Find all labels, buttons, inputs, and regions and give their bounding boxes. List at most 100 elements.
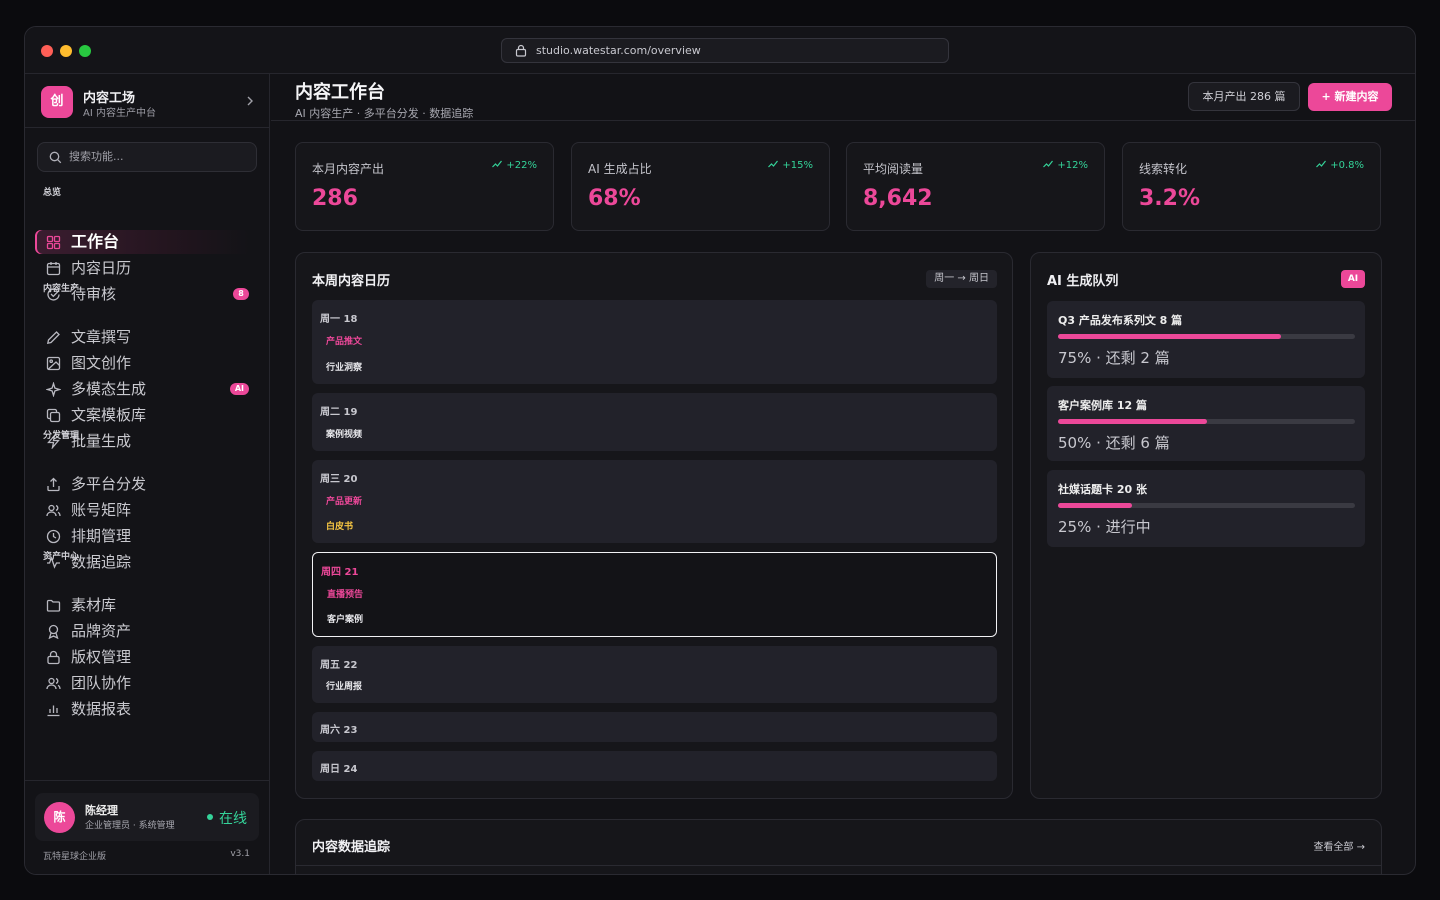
calendar-day-sat[interactable]: 周六 23: [312, 712, 997, 742]
edition-label: 瓦特星球企业版: [43, 852, 107, 862]
section-label-assets: 资产中心: [43, 552, 80, 562]
queue-item[interactable]: Q3 产品发布系列文 8 篇 75% · 还剩 2 篇: [1047, 301, 1365, 378]
section-label-distribution: 分发管理: [43, 431, 80, 441]
sidebar-item-reports[interactable]: 数据报表: [35, 697, 249, 721]
trend-up-icon: [492, 160, 503, 168]
sidebar-item-calendar[interactable]: 内容日历: [35, 256, 249, 280]
stat-card-ai-ratio: AI 生成占比 +15% 68%: [571, 142, 830, 231]
sidebar-item-templates[interactable]: 文案模板库: [35, 403, 249, 427]
sidebar-item-multimodal[interactable]: 多模态生成 AI: [35, 377, 249, 401]
calendar-day-mon[interactable]: 周一 18 产品推文 行业洞察: [312, 300, 997, 384]
folder-icon: [46, 599, 61, 612]
sidebar-item-label: 素材库: [71, 596, 117, 614]
section-label-overview: 总览: [43, 188, 62, 198]
ai-badge: AI: [229, 383, 249, 395]
calendar-entry[interactable]: 产品推文: [326, 334, 362, 347]
stat-delta-value: +15%: [782, 160, 813, 171]
sidebar-item-label: 批量生成: [71, 432, 132, 450]
lock-icon: [515, 44, 527, 57]
sidebar: 创 内容工场 AI 内容生产中台 搜索功能... 总览 工作台 内容日历 待审核…: [25, 74, 270, 874]
sidebar-item-label: 文案模板库: [71, 406, 147, 424]
queue-item[interactable]: 社媒话题卡 20 张 25% · 进行中: [1047, 470, 1365, 547]
online-status: 在线: [207, 808, 247, 828]
monthly-output-button[interactable]: 本月产出 286 篇: [1188, 82, 1300, 111]
progress-fill: [1058, 503, 1133, 508]
grid-icon: [46, 235, 61, 250]
ai-chip: AI: [1341, 270, 1365, 288]
sidebar-item-article-writing[interactable]: 文章撰写: [35, 325, 249, 349]
calendar-day-sun[interactable]: 周日 24: [312, 751, 997, 781]
calendar-entry[interactable]: 直播预告: [327, 587, 363, 600]
sidebar-item-label: 品牌资产: [71, 622, 132, 640]
stat-value: 3.2%: [1139, 186, 1201, 211]
user-name: 陈经理: [85, 804, 118, 817]
calendar-entry[interactable]: 白皮书: [326, 519, 353, 532]
stat-card-output: 本月内容产出 +22% 286: [295, 142, 554, 231]
minimize-window-button[interactable]: [60, 45, 72, 57]
title-bar: studio.watestar.com/overview: [25, 27, 1415, 74]
progress-track: [1058, 419, 1355, 424]
queue-item-status: 50% · 还剩 6 篇: [1058, 434, 1170, 452]
sidebar-item-image-text[interactable]: 图文创作: [35, 351, 249, 375]
calendar-day-fri[interactable]: 周五 22 行业周报: [312, 646, 997, 703]
stat-delta: +12%: [1043, 160, 1088, 171]
new-content-button[interactable]: + 新建内容: [1308, 83, 1392, 111]
ai-queue-title: AI 生成队列: [1047, 274, 1119, 289]
progress-fill: [1058, 334, 1281, 339]
trend-up-icon: [1043, 160, 1054, 168]
queue-item-title: 社媒话题卡 20 张: [1058, 483, 1147, 496]
week-range-chip[interactable]: 周一 → 周日: [926, 270, 997, 288]
sidebar-item-copyright[interactable]: 版权管理: [35, 645, 249, 669]
day-label: 周一 18: [320, 314, 358, 325]
sidebar-item-workbench[interactable]: 工作台: [35, 230, 249, 254]
status-dot: [207, 814, 213, 820]
stat-delta-value: +12%: [1057, 160, 1088, 171]
sidebar-item-multi-platform[interactable]: 多平台分发: [35, 472, 249, 496]
queue-item[interactable]: 客户案例库 12 篇 50% · 还剩 6 篇: [1047, 386, 1365, 461]
stat-label: 线索转化: [1139, 162, 1188, 176]
chevron-right-icon: [247, 96, 253, 106]
sidebar-item-team[interactable]: 团队协作: [35, 671, 249, 695]
sidebar-footer-divider: [25, 780, 269, 781]
brand-logo: 创: [41, 86, 73, 118]
close-window-button[interactable]: [41, 45, 53, 57]
ai-queue-panel: AI 生成队列 AI Q3 产品发布系列文 8 篇 75% · 还剩 2 篇 客…: [1030, 252, 1382, 799]
view-all-link[interactable]: 查看全部 →: [1313, 838, 1365, 853]
sidebar-item-label: 工作台: [71, 232, 120, 251]
calendar-day-wed[interactable]: 周三 20 产品更新 白皮书: [312, 460, 997, 543]
stat-label: AI 生成占比: [588, 162, 652, 176]
address-bar[interactable]: studio.watestar.com/overview: [501, 38, 949, 63]
browser-window: studio.watestar.com/overview 创 内容工场 AI 内…: [24, 26, 1416, 875]
day-label: 周六 23: [320, 725, 358, 736]
sidebar-item-label: 数据报表: [71, 700, 132, 718]
page-title: 内容工作台: [295, 82, 385, 103]
calendar-entry[interactable]: 产品更新: [326, 494, 362, 507]
calendar-entry[interactable]: 行业周报: [326, 679, 362, 692]
maximize-window-button[interactable]: [79, 45, 91, 57]
share-icon: [47, 477, 60, 492]
search-input[interactable]: 搜索功能...: [37, 142, 257, 172]
search-icon: [49, 151, 62, 164]
sidebar-item-accounts[interactable]: 账号矩阵: [35, 498, 249, 522]
calendar-entry[interactable]: 行业洞察: [326, 360, 362, 373]
sidebar-item-schedule[interactable]: 排期管理: [35, 524, 249, 548]
calendar-day-thu[interactable]: 周四 21 直播预告 客户案例: [312, 552, 997, 637]
calendar-day-tue[interactable]: 周二 19 案例视频: [312, 393, 997, 451]
brand-switcher[interactable]: 创 内容工场 AI 内容生产中台: [41, 86, 257, 120]
stat-card-avg-reads: 平均阅读量 +12% 8,642: [846, 142, 1105, 231]
search-placeholder: 搜索功能...: [69, 150, 124, 163]
brand-subtitle: AI 内容生产中台: [83, 108, 156, 119]
sidebar-item-label: 排期管理: [71, 527, 132, 545]
sidebar-item-label: 多平台分发: [71, 475, 147, 493]
calendar-entry[interactable]: 案例视频: [326, 427, 362, 440]
user-card[interactable]: 陈 陈经理 企业管理员 · 系统管理 在线: [35, 793, 259, 841]
sidebar-item-label: 数据追踪: [71, 553, 132, 571]
sidebar-item-materials[interactable]: 素材库: [35, 593, 249, 617]
lock-icon: [47, 650, 60, 665]
calendar-entry[interactable]: 客户案例: [327, 612, 363, 625]
avatar: 陈: [44, 802, 75, 833]
sidebar-item-brand-assets[interactable]: 品牌资产: [35, 619, 249, 643]
image-icon: [46, 356, 61, 371]
sidebar-item-label: 版权管理: [71, 648, 132, 666]
tracking-divider: [296, 865, 1381, 866]
